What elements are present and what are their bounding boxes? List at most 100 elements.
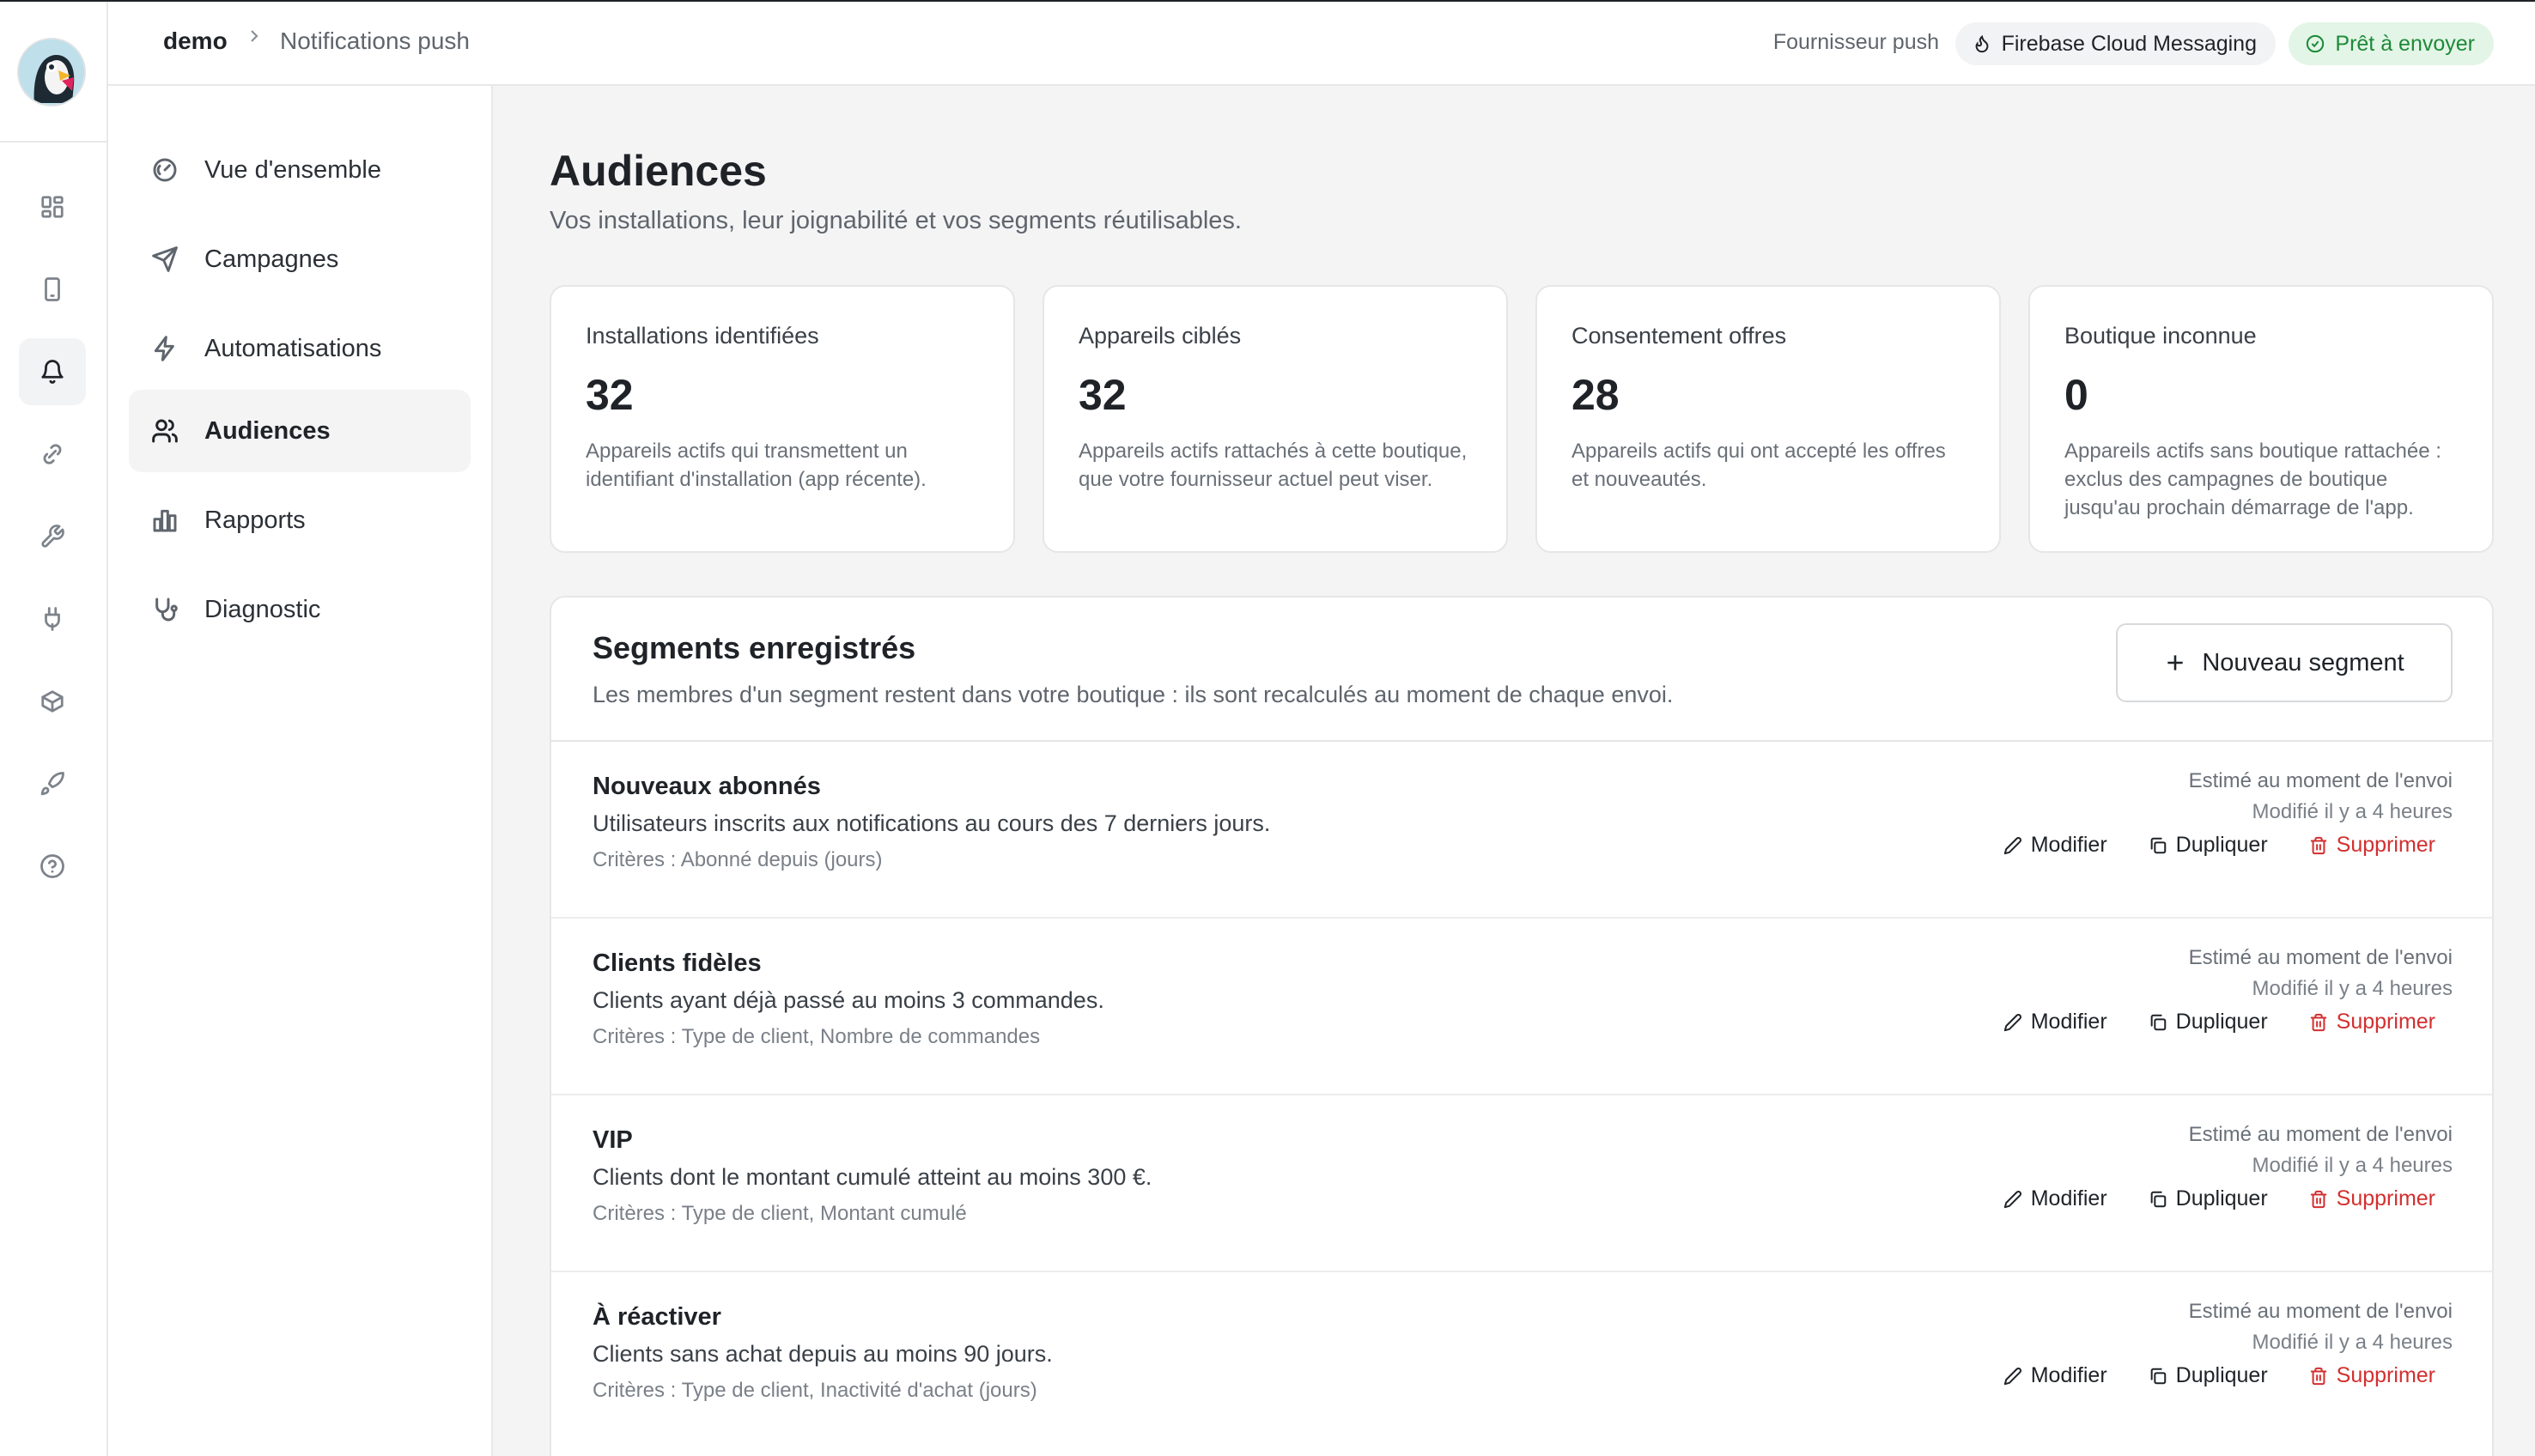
segment-row: VIP Clients dont le montant cumulé attei… <box>551 1095 2492 1272</box>
nav-item-overview[interactable]: Vue d'ensemble <box>129 129 471 211</box>
page-subtitle: Vos installations, leur joignabilité et … <box>550 207 1242 234</box>
icon-rail <box>0 2 108 1456</box>
duplicate-segment-button[interactable]: Dupliquer <box>2149 833 2268 858</box>
rail-integrations-button[interactable] <box>19 421 86 488</box>
rail-phone-button[interactable] <box>19 256 86 323</box>
segments-subtitle: Les membres d'un segment restent dans vo… <box>593 682 1674 707</box>
stat-card-unknown-shop: Boutique inconnue 0 Appareils actifs san… <box>2028 285 2494 553</box>
segment-actions: Modifier Dupliquer Supprimer <box>2003 1186 2435 1211</box>
trash-icon <box>2310 1013 2326 1031</box>
nav-item-label: Campagnes <box>204 245 339 273</box>
segment-modified: Modifié il y a 4 heures <box>2252 1331 2453 1354</box>
gauge-icon <box>153 158 177 182</box>
status-text: Prêt à envoyer <box>2335 31 2475 56</box>
edit-label: Modifier <box>2030 833 2107 857</box>
duplicate-segment-button[interactable]: Dupliquer <box>2149 1186 2268 1211</box>
delete-segment-button[interactable]: Supprimer <box>2309 1186 2435 1211</box>
delete-segment-button[interactable]: Supprimer <box>2309 1010 2435 1034</box>
rail-notifications-button[interactable] <box>19 338 86 405</box>
segment-criteria: Critères : Type de client, Montant cumul… <box>593 1202 967 1225</box>
pencil-icon <box>2003 1190 2021 1208</box>
pencil-icon <box>2003 1367 2021 1385</box>
bell-icon <box>41 360 64 384</box>
delete-segment-button[interactable]: Supprimer <box>2309 833 2435 858</box>
copy-icon <box>2150 837 2166 853</box>
copy-icon <box>2150 1191 2166 1207</box>
edit-label: Modifier <box>2030 1010 2107 1034</box>
nav-item-automations[interactable]: Automatisations <box>129 307 471 390</box>
bolt-icon <box>154 336 174 361</box>
rail-modules-button[interactable] <box>19 668 86 735</box>
duplicate-label: Dupliquer <box>2175 1186 2268 1210</box>
duplicate-label: Dupliquer <box>2175 1363 2268 1387</box>
rail-plugins-button[interactable] <box>19 585 86 652</box>
new-segment-button[interactable]: Nouveau segment <box>2116 623 2453 702</box>
segment-description: Clients dont le montant cumulé atteint a… <box>593 1164 1152 1190</box>
segment-criteria: Critères : Abonné depuis (jours) <box>593 848 883 871</box>
nav-item-audiences[interactable]: Audiences <box>129 390 471 472</box>
segments-header: Segments enregistrés Les membres d'un se… <box>551 598 2492 742</box>
users-icon <box>152 419 178 443</box>
segment-description: Clients sans achat depuis au moins 90 jo… <box>593 1341 1053 1367</box>
rail-dashboard-button[interactable] <box>19 173 86 240</box>
breadcrumb-current: Notifications push <box>280 27 471 54</box>
segment-name: À réactiver <box>593 1303 721 1331</box>
segment-row: Nouveaux abonnés Utilisateurs inscrits a… <box>551 742 2492 919</box>
nav-item-label: Automatisations <box>204 334 382 362</box>
segment-description: Clients ayant déjà passé au moins 3 comm… <box>593 987 1104 1013</box>
trash-icon <box>2310 836 2326 854</box>
rail-launch-button[interactable] <box>19 750 86 817</box>
plug-icon <box>45 607 60 631</box>
segment-row: Clients fidèles Clients ayant déjà passé… <box>551 919 2492 1095</box>
delete-segment-button[interactable]: Supprimer <box>2309 1363 2435 1388</box>
rail-divider <box>0 141 106 143</box>
segment-name: Nouveaux abonnés <box>593 773 821 800</box>
nav-item-reports[interactable]: Rapports <box>129 479 471 561</box>
nav-item-label: Vue d'ensemble <box>204 155 381 184</box>
copy-icon <box>2150 1014 2166 1030</box>
duplicate-segment-button[interactable]: Dupliquer <box>2149 1010 2268 1034</box>
bar-chart-icon <box>153 509 177 532</box>
top-header: demo Notifications push Fournisseur push… <box>108 2 2535 86</box>
pencil-icon <box>2003 1013 2021 1031</box>
chevron-right-icon <box>244 26 264 46</box>
segment-criteria: Critères : Type de client, Nombre de com… <box>593 1025 1041 1048</box>
rail-settings-button[interactable] <box>19 503 86 570</box>
phone-icon <box>45 277 60 301</box>
edit-segment-button[interactable]: Modifier <box>2003 1363 2107 1388</box>
edit-segment-button[interactable]: Modifier <box>2003 1186 2107 1211</box>
segment-row: À réactiver Clients sans achat depuis au… <box>551 1272 2492 1449</box>
stat-card-installations: Installations identifiées 32 Appareils a… <box>550 285 1015 553</box>
stat-label: Consentement offres <box>1571 323 1787 349</box>
stat-label: Boutique inconnue <box>2064 323 2257 349</box>
segment-estimate: Estimé au moment de l'envoi <box>2188 946 2453 969</box>
duplicate-label: Dupliquer <box>2175 1010 2268 1034</box>
stat-value: 32 <box>1079 371 1127 419</box>
segment-criteria: Critères : Type de client, Inactivité d'… <box>593 1379 1037 1402</box>
app-logo-avatar[interactable] <box>17 38 86 106</box>
page-title: Audiences <box>550 147 767 195</box>
segments-title: Segments enregistrés <box>593 630 916 665</box>
edit-segment-button[interactable]: Modifier <box>2003 1010 2107 1034</box>
stat-description: Appareils actifs rattachés à cette bouti… <box>1079 440 1468 491</box>
rail-help-button[interactable] <box>19 833 86 900</box>
segment-name: Clients fidèles <box>593 949 762 977</box>
check-circle-icon <box>2307 34 2325 53</box>
edit-segment-button[interactable]: Modifier <box>2003 833 2107 858</box>
nav-item-campaigns[interactable]: Campagnes <box>129 218 471 300</box>
delete-label: Supprimer <box>2336 1010 2435 1034</box>
plus-icon <box>2167 655 2183 670</box>
segment-actions: Modifier Dupliquer Supprimer <box>2003 833 2435 858</box>
stat-value: 0 <box>2064 371 2088 419</box>
segment-name: VIP <box>593 1126 633 1154</box>
segment-actions: Modifier Dupliquer Supprimer <box>2003 1010 2435 1034</box>
segment-estimate: Estimé au moment de l'envoi <box>2188 1123 2453 1146</box>
duplicate-segment-button[interactable]: Dupliquer <box>2149 1363 2268 1388</box>
push-provider-label: Fournisseur push <box>1772 30 1939 54</box>
nav-item-diagnostic[interactable]: Diagnostic <box>129 568 471 651</box>
breadcrumb-root[interactable]: demo <box>163 27 228 55</box>
segment-actions: Modifier Dupliquer Supprimer <box>2003 1363 2435 1388</box>
main-content: Audiences Vos installations, leur joigna… <box>493 86 2535 1456</box>
copy-icon <box>2150 1368 2166 1384</box>
delete-label: Supprimer <box>2336 1363 2435 1387</box>
